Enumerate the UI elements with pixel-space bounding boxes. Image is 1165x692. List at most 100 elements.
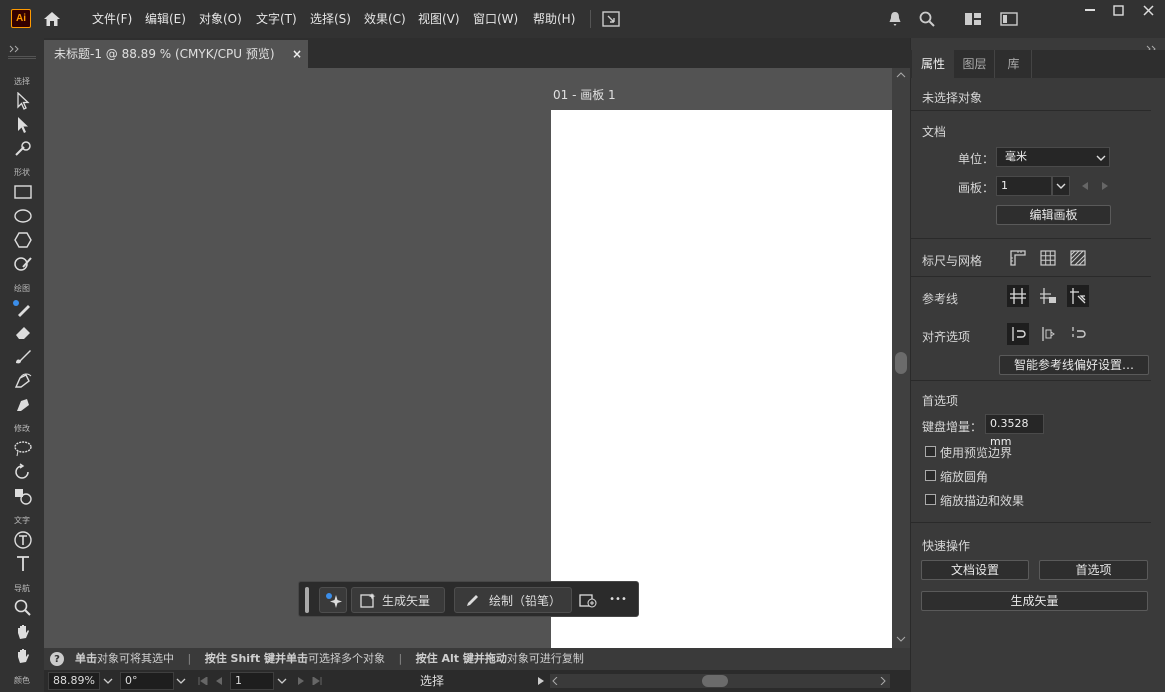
grid-icon[interactable] (1037, 247, 1059, 269)
edit-artboard-button[interactable]: 编辑画板 (996, 205, 1111, 225)
maximize-icon[interactable] (1104, 0, 1132, 20)
collapse-toolbar-icon[interactable] (8, 42, 22, 53)
use-preview-bounds-label: 使用预览边界 (940, 446, 1013, 460)
pen-tool-icon[interactable] (10, 393, 36, 415)
artboard-dropdown-chevron-down-icon[interactable] (274, 672, 290, 690)
tab-libraries[interactable]: 库 (996, 50, 1032, 78)
snap-to-pixel-icon[interactable] (1037, 323, 1059, 345)
magic-wand-tool-icon[interactable] (10, 138, 36, 160)
menu-effect[interactable]: 效果(C) (364, 0, 406, 38)
task-bar-grip[interactable] (305, 587, 309, 613)
tab-layers[interactable]: 图层 (955, 50, 995, 78)
next-artboard-icon[interactable] (294, 672, 308, 690)
rotation-field[interactable]: 0° (120, 672, 174, 690)
help-icon[interactable]: ? (50, 652, 64, 666)
shaper-tool-icon[interactable] (10, 253, 36, 275)
share-screen-icon[interactable] (600, 9, 622, 29)
horizontal-scrollbar-thumb[interactable] (702, 675, 728, 687)
hand-tool-icon[interactable] (10, 621, 36, 643)
artboard[interactable] (551, 110, 892, 648)
zoom-level-field[interactable]: 88.89% (48, 672, 100, 690)
snap-to-point-icon[interactable] (1007, 323, 1029, 345)
preferences-button[interactable]: 首选项 (1039, 560, 1148, 580)
close-tab-icon[interactable]: × (292, 40, 302, 68)
tool-group-shape: 形状 (14, 168, 30, 177)
artboard-label[interactable]: 01 - 画板 1 (553, 86, 616, 103)
shape-builder-tool-icon[interactable] (10, 485, 36, 507)
use-preview-bounds-checkbox[interactable] (925, 446, 936, 457)
type-tool-icon[interactable] (10, 553, 36, 575)
panel-toggle-icon[interactable] (998, 9, 1020, 29)
rotation-dropdown-chevron-down-icon[interactable] (173, 672, 189, 690)
menu-object[interactable]: 对象(O) (199, 0, 242, 38)
document-tab[interactable]: 未标题-1 @ 88.89 % (CMYK/CPU 预览) × (44, 40, 308, 68)
hand-rotate-tool-icon[interactable] (10, 645, 36, 667)
rotate-tool-icon[interactable] (10, 461, 36, 483)
polygon-tool-icon[interactable] (10, 229, 36, 251)
tool-menu-triangle-icon[interactable] (534, 672, 548, 690)
eraser-tool-icon[interactable] (10, 321, 36, 343)
panel-divider (911, 276, 1151, 277)
first-artboard-icon[interactable] (196, 672, 210, 690)
last-artboard-icon[interactable] (310, 672, 324, 690)
zoom-tool-icon[interactable] (10, 597, 36, 619)
collapse-panel-icon[interactable] (1145, 42, 1159, 53)
menu-view[interactable]: 视图(V) (418, 0, 460, 38)
vertical-scrollbar-thumb[interactable] (895, 352, 907, 374)
prev-artboard-arrow-icon[interactable] (1080, 180, 1090, 192)
document-setup-button[interactable]: 文档设置 (921, 560, 1029, 580)
scale-strokes-effects-label: 缩放描边和效果 (940, 494, 1025, 508)
menu-divider (590, 10, 591, 28)
menu-type[interactable]: 文字(T) (256, 0, 297, 38)
artboard-select-chevron-down-icon[interactable] (1052, 176, 1070, 196)
tab-properties[interactable]: 属性 (912, 50, 954, 78)
rectangle-tool-icon[interactable] (10, 181, 36, 203)
zoom-dropdown-chevron-down-icon[interactable] (100, 672, 116, 690)
search-icon[interactable] (916, 9, 938, 29)
scale-corners-checkbox[interactable] (925, 470, 936, 481)
home-icon[interactable] (40, 8, 64, 30)
prev-artboard-icon[interactable] (212, 672, 226, 690)
curvature-tool-icon[interactable] (10, 369, 36, 391)
lasso-tool-icon[interactable] (10, 437, 36, 459)
selection-tool-icon[interactable] (10, 90, 36, 112)
menu-edit[interactable]: 编辑(E) (145, 0, 186, 38)
smart-guides-icon[interactable] (1067, 285, 1089, 307)
ellipse-tool-icon[interactable] (10, 205, 36, 227)
unit-select[interactable]: 毫米 (996, 147, 1110, 167)
pencil-tool-icon[interactable] (10, 297, 36, 319)
artboard-select-field[interactable]: 1 (996, 176, 1052, 196)
lock-guides-icon[interactable] (1037, 285, 1059, 307)
toolbar-grip[interactable] (8, 56, 36, 59)
menu-window[interactable]: 窗口(W) (473, 0, 518, 38)
add-image-icon[interactable] (576, 589, 600, 611)
menu-select[interactable]: 选择(S) (310, 0, 351, 38)
generate-vector-panel-button[interactable]: 生成矢量 (921, 591, 1148, 611)
next-artboard-arrow-icon[interactable] (1100, 180, 1110, 192)
ai-sparkle-icon[interactable] (319, 587, 347, 613)
panel-divider (911, 380, 1151, 381)
close-icon[interactable] (1134, 0, 1162, 20)
minimize-icon[interactable] (1076, 0, 1104, 20)
menu-help[interactable]: 帮助(H) (533, 0, 575, 38)
paintbrush-tool-icon[interactable] (10, 345, 36, 367)
bell-icon[interactable] (884, 9, 906, 29)
draw-pencil-button[interactable]: 绘制（铅笔） (454, 587, 572, 613)
scale-strokes-effects-checkbox[interactable] (925, 494, 936, 505)
snap-to-glyph-icon[interactable] (1067, 323, 1089, 345)
transparency-grid-icon[interactable] (1067, 247, 1089, 269)
direct-selection-tool-icon[interactable] (10, 114, 36, 136)
panel-divider (911, 238, 1151, 239)
generate-vector-button[interactable]: 生成矢量 (351, 587, 445, 613)
workspace-layout-icon[interactable] (962, 9, 984, 29)
artboard-number-field[interactable]: 1 (230, 672, 274, 690)
keyboard-increment-field[interactable]: 0.3528 mm (985, 414, 1044, 448)
rulers-icon[interactable] (1007, 247, 1029, 269)
horizontal-scrollbar[interactable] (550, 674, 890, 688)
area-type-tool-icon[interactable] (10, 529, 36, 551)
smart-guides-preferences-button[interactable]: 智能参考线偏好设置… (999, 355, 1149, 375)
menu-file[interactable]: 文件(F) (92, 0, 132, 38)
more-options-icon[interactable]: ••• (606, 589, 630, 611)
tool-group-color: 颜色 (14, 676, 30, 685)
show-guides-icon[interactable] (1007, 285, 1029, 307)
